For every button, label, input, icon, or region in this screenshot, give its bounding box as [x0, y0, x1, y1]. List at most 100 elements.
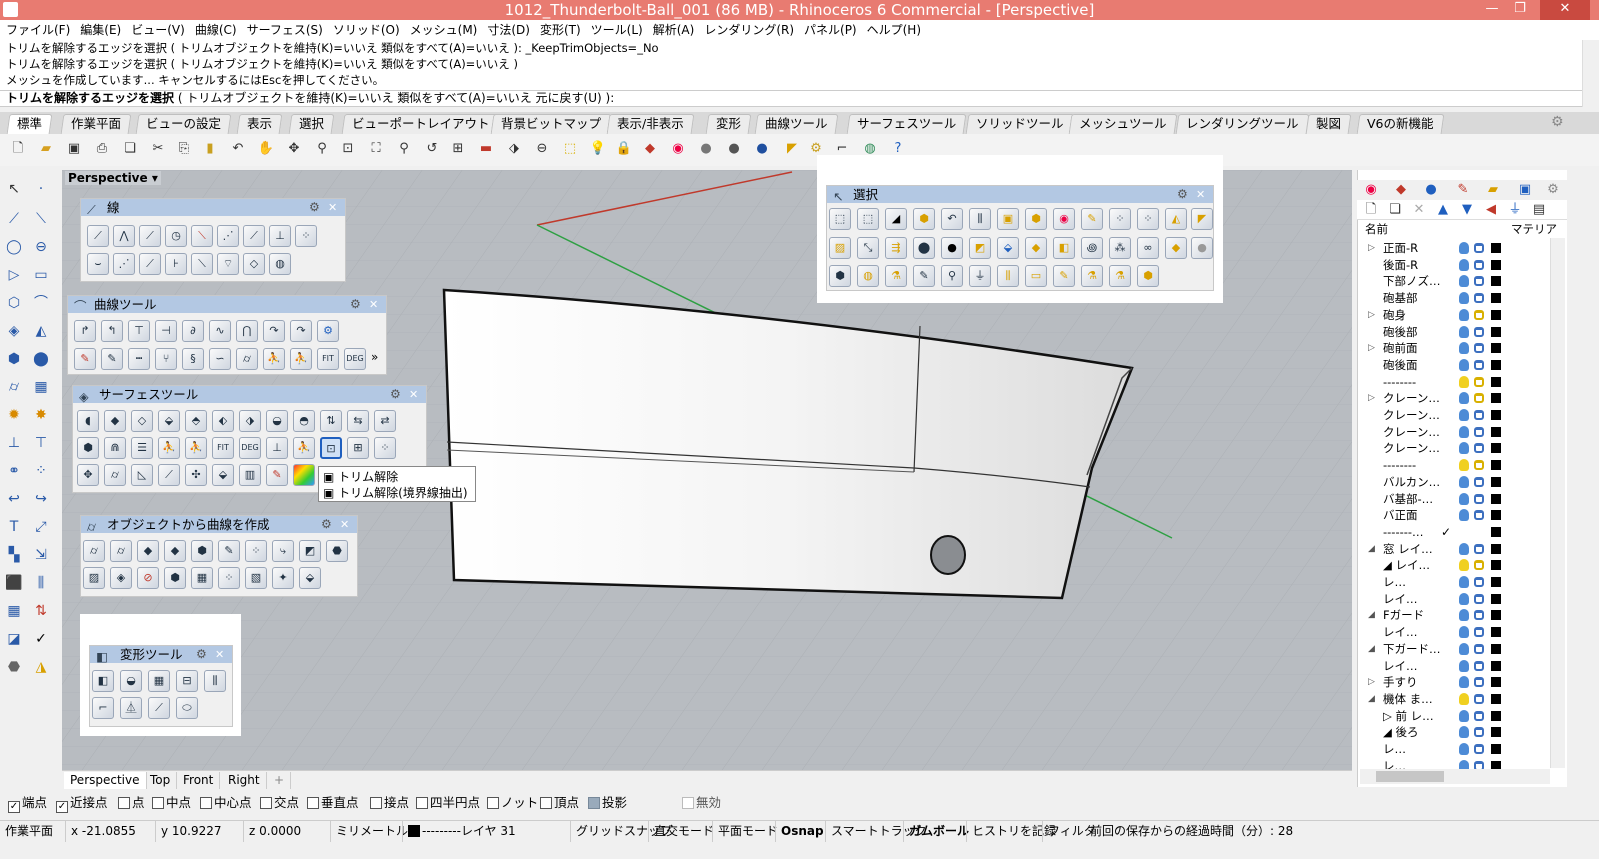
layer-name[interactable]: レイ…: [1383, 624, 1418, 640]
layer-lock-icon[interactable]: [1474, 460, 1484, 471]
layer-expander-icon[interactable]: ◢: [1368, 641, 1378, 657]
properties-tab-icon[interactable]: ◉: [1361, 180, 1381, 200]
line-tool-icon[interactable]: ⋀: [113, 225, 135, 247]
surface-tool-icon[interactable]: ⊥: [266, 437, 288, 459]
surface-tool-icon[interactable]: ✎: [266, 464, 288, 486]
transform-tool-icon[interactable]: ⫼: [204, 670, 226, 692]
layers-vscrollbar[interactable]: [1550, 238, 1565, 768]
mirror-icon[interactable]: ⇅: [30, 600, 52, 622]
line-tool-icon[interactable]: ⁘: [295, 225, 317, 247]
panel-curve-from-objects-header[interactable]: ⌭ オブジェクトから曲線を作成 ⚙ ✕: [81, 516, 357, 534]
select-tool-icon[interactable]: ◢: [885, 208, 907, 230]
layer-color-swatch[interactable]: [1491, 577, 1501, 587]
layer-visibility-bulb-icon[interactable]: [1459, 626, 1469, 639]
layer-visibility-bulb-icon[interactable]: [1459, 642, 1469, 655]
surface-tool-icon[interactable]: ✣: [185, 464, 207, 486]
curve-pipe-icon[interactable]: ⌭: [236, 348, 258, 370]
cut-icon[interactable]: ✂: [148, 139, 168, 159]
surface-tool-icon[interactable]: ☰: [131, 437, 153, 459]
command-history-scrollbar[interactable]: [1582, 40, 1599, 90]
move-to-parent-icon[interactable]: ◀: [1481, 200, 1501, 220]
array-icon[interactable]: ▚: [3, 544, 25, 566]
osnap-option[interactable]: ✓ 近接点: [56, 792, 108, 814]
layer-name[interactable]: 後面-R: [1383, 257, 1418, 273]
zoom-extents-icon[interactable]: ⛶: [366, 139, 386, 159]
osnap-option[interactable]: 交点: [260, 792, 299, 814]
circle-icon[interactable]: ◯: [3, 236, 25, 258]
select-tool-icon[interactable]: ⏚: [969, 265, 991, 287]
panel-curve-tools-header[interactable]: ⌒ 曲線ツール ⚙ ✕: [68, 296, 386, 314]
osnap-checkbox[interactable]: [416, 797, 428, 809]
layer-visibility-bulb-icon[interactable]: [1459, 325, 1469, 338]
tab-background-bitmap[interactable]: 背景ビットマップ: [490, 114, 612, 134]
surface-icon[interactable]: ◈: [3, 320, 25, 342]
dimension-icon[interactable]: ⤢: [30, 516, 52, 538]
layer-name[interactable]: レイ…: [1383, 591, 1418, 607]
layer-color-swatch[interactable]: [1491, 493, 1501, 504]
named-views-car-icon[interactable]: ▬: [476, 139, 496, 159]
layer-row[interactable]: ▷ 砲前面: [1366, 340, 1551, 356]
layer-name[interactable]: クレーン…: [1383, 440, 1440, 456]
layer-color-swatch[interactable]: [1491, 393, 1501, 404]
layer-color-swatch[interactable]: [1491, 293, 1501, 304]
select-tool-icon[interactable]: ⁘: [1137, 208, 1159, 230]
transform-tool-icon[interactable]: ⏅: [120, 697, 142, 719]
transform-tool-icon[interactable]: ⟋: [148, 697, 170, 719]
layers-name-header[interactable]: 名前: [1365, 222, 1388, 236]
layer-visibility-bulb-icon[interactable]: [1459, 292, 1469, 305]
osnap-option[interactable]: 中点: [152, 792, 191, 814]
curve-from-object-icon[interactable]: ⁘: [218, 567, 240, 589]
menu-help[interactable]: ヘルプ(H): [867, 23, 921, 37]
panel-gear-icon[interactable]: ⚙: [196, 646, 210, 663]
menu-file[interactable]: ファイル(F): [6, 23, 70, 37]
tab-standard[interactable]: 標準: [6, 114, 53, 134]
osnap-option[interactable]: 点: [118, 792, 145, 814]
layer-lock-icon[interactable]: [1474, 309, 1484, 320]
layer-color-swatch[interactable]: [1491, 426, 1501, 437]
surface-tool-icon[interactable]: ⬙: [158, 410, 180, 432]
osnap-checkbox[interactable]: [370, 797, 382, 809]
layer-visibility-bulb-icon[interactable]: [1459, 375, 1469, 388]
print-icon[interactable]: ⎙: [92, 139, 112, 159]
chamfer-icon[interactable]: ↪: [30, 488, 52, 510]
menu-surface[interactable]: サーフェス(S): [247, 23, 323, 37]
layer-row[interactable]: バルカン…: [1366, 474, 1551, 490]
panel-transform-tools-header[interactable]: ◧ 変形ツール ⚙ ✕: [90, 646, 232, 664]
layer-name[interactable]: バ基部-…: [1383, 491, 1433, 507]
panel-line-header[interactable]: ⟋ 線 ⚙ ✕: [81, 199, 345, 217]
analyze-icon[interactable]: ◪: [3, 628, 25, 650]
select-tool-icon[interactable]: ∞: [1137, 237, 1159, 259]
select-tool-icon[interactable]: ◉: [1053, 208, 1075, 230]
osnap-option[interactable]: 四半円点: [416, 792, 480, 814]
layer-lock-icon[interactable]: [1474, 476, 1484, 487]
current-layer-check-icon[interactable]: ✓: [1441, 524, 1451, 540]
curve-from-object-icon[interactable]: ⤷: [272, 540, 294, 562]
panel-close-icon[interactable]: ✕: [409, 386, 421, 403]
layer-row[interactable]: ◢ Fガード: [1366, 607, 1551, 623]
layer-lock-icon[interactable]: [1474, 560, 1484, 571]
lock-icon[interactable]: 🔒: [614, 139, 634, 159]
curve-from-object-icon[interactable]: ⬢: [191, 540, 213, 562]
split-icon[interactable]: ⊤: [30, 432, 52, 454]
select-tool-icon[interactable]: ⬤: [913, 237, 935, 259]
transform-tool-icon[interactable]: ▦: [148, 670, 170, 692]
layer-row[interactable]: ◢ 機体 ま…: [1366, 691, 1551, 707]
degree-curve-icon[interactable]: ∂: [182, 320, 204, 342]
status-osnap[interactable]: Osnap: [775, 821, 824, 842]
panel-gear-icon[interactable]: ⚙: [350, 296, 364, 313]
layer-color-swatch[interactable]: [1491, 727, 1501, 738]
transform-tool-icon[interactable]: ⌐: [92, 697, 114, 719]
layer-lock-icon[interactable]: [1474, 627, 1484, 638]
surface-tool-icon[interactable]: ⟋: [158, 464, 180, 486]
select-tool-icon[interactable]: ✎: [1081, 208, 1103, 230]
layer-lock-icon[interactable]: [1474, 693, 1484, 704]
menu-curve[interactable]: 曲線(C): [195, 23, 237, 37]
layer-name[interactable]: --------: [1383, 457, 1416, 473]
connect-curves-icon[interactable]: ⊣: [155, 320, 177, 342]
layer-visibility-bulb-icon[interactable]: [1459, 692, 1469, 705]
layer-color-swatch[interactable]: [1491, 343, 1501, 354]
panel-close-icon[interactable]: ✕: [215, 646, 227, 663]
panel-close-icon[interactable]: ✕: [1196, 186, 1208, 203]
line-tool-icon[interactable]: ⟍: [191, 253, 213, 275]
light-icon[interactable]: ◮: [30, 656, 52, 678]
